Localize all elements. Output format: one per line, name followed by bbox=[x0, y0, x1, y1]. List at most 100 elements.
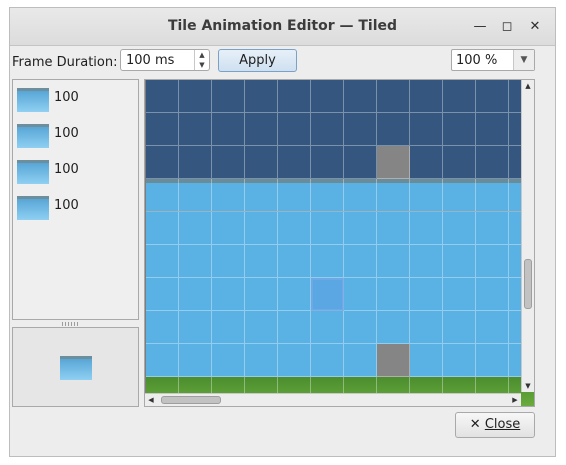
tileset-tile[interactable] bbox=[377, 344, 410, 377]
tileset-tile[interactable] bbox=[146, 179, 179, 212]
frame-duration-value[interactable]: 100 ms bbox=[126, 53, 174, 68]
tileset-tile[interactable] bbox=[278, 146, 311, 179]
tileset-tile[interactable] bbox=[410, 146, 443, 179]
tileset-tile[interactable] bbox=[443, 179, 476, 212]
tileset-tile[interactable] bbox=[344, 146, 377, 179]
list-item[interactable]: 100 bbox=[13, 80, 138, 116]
tileset-tile[interactable] bbox=[311, 245, 344, 278]
tileset-tile[interactable] bbox=[179, 212, 212, 245]
tileset-tile[interactable] bbox=[311, 179, 344, 212]
tileset-tile[interactable] bbox=[410, 80, 443, 113]
zoom-value[interactable]: 100 % bbox=[456, 53, 497, 68]
tileset-tile[interactable] bbox=[311, 344, 344, 377]
scroll-up-icon[interactable]: ▲ bbox=[522, 80, 534, 92]
splitter-handle[interactable] bbox=[62, 322, 80, 326]
tileset-tile[interactable] bbox=[377, 311, 410, 344]
tileset-tile[interactable] bbox=[344, 179, 377, 212]
tileset-tile[interactable] bbox=[179, 80, 212, 113]
tileset-tile[interactable] bbox=[245, 80, 278, 113]
frame-duration-spinbox[interactable]: 100 ms ▲ ▼ bbox=[120, 49, 210, 71]
tileset-tile[interactable] bbox=[443, 212, 476, 245]
tileset-tile[interactable] bbox=[443, 344, 476, 377]
vertical-scroll-thumb[interactable] bbox=[524, 259, 532, 309]
tileset-tile[interactable] bbox=[212, 344, 245, 377]
tileset-tile[interactable] bbox=[179, 146, 212, 179]
tileset-tile[interactable] bbox=[410, 113, 443, 146]
tileset-tile[interactable] bbox=[278, 278, 311, 311]
tileset-tile[interactable] bbox=[212, 278, 245, 311]
tileset-tile[interactable] bbox=[311, 113, 344, 146]
tileset-tile[interactable] bbox=[146, 278, 179, 311]
tileset-tile[interactable] bbox=[212, 311, 245, 344]
tileset-tile[interactable] bbox=[410, 311, 443, 344]
close-button[interactable]: ✕ Close bbox=[455, 412, 535, 438]
tileset-tile[interactable] bbox=[476, 146, 509, 179]
spin-arrows-icon[interactable]: ▲ ▼ bbox=[194, 50, 209, 70]
tileset-tile[interactable] bbox=[443, 311, 476, 344]
list-item[interactable]: 100 bbox=[13, 188, 138, 224]
tileset-tile[interactable] bbox=[245, 212, 278, 245]
tileset-tile[interactable] bbox=[278, 212, 311, 245]
tileset-tile[interactable] bbox=[245, 245, 278, 278]
list-item[interactable]: 100 bbox=[13, 152, 138, 188]
tileset-tile[interactable] bbox=[179, 344, 212, 377]
tileset-tile[interactable] bbox=[377, 80, 410, 113]
tileset-tile[interactable] bbox=[344, 278, 377, 311]
tileset-tile[interactable] bbox=[146, 245, 179, 278]
tileset-tile[interactable] bbox=[410, 245, 443, 278]
tileset-tile[interactable] bbox=[245, 311, 278, 344]
tileset-tile[interactable] bbox=[311, 146, 344, 179]
tileset-tile[interactable] bbox=[443, 80, 476, 113]
tileset-tile[interactable] bbox=[410, 179, 443, 212]
title-bar[interactable]: Tile Animation Editor — Tiled — ◻ ✕ bbox=[10, 8, 555, 46]
tileset-tile[interactable] bbox=[245, 344, 278, 377]
tileset-tile[interactable] bbox=[344, 212, 377, 245]
tileset-tile[interactable] bbox=[245, 179, 278, 212]
tileset-tile[interactable] bbox=[443, 278, 476, 311]
scroll-right-icon[interactable]: ▶ bbox=[509, 394, 521, 406]
frame-list[interactable]: 100 100 100 100 bbox=[12, 79, 139, 320]
tileset-tile[interactable] bbox=[344, 245, 377, 278]
chevron-down-icon[interactable]: ▼ bbox=[513, 50, 534, 70]
tileset-tile[interactable] bbox=[377, 245, 410, 278]
tileset-tile[interactable] bbox=[146, 80, 179, 113]
tileset-tile[interactable] bbox=[212, 113, 245, 146]
tileset-tile[interactable] bbox=[179, 278, 212, 311]
tileset-tile[interactable] bbox=[278, 80, 311, 113]
tileset-tile[interactable] bbox=[146, 212, 179, 245]
tileset-tile[interactable] bbox=[278, 113, 311, 146]
tileset-tile[interactable] bbox=[179, 179, 212, 212]
tileset-tile[interactable] bbox=[212, 146, 245, 179]
tileset-tile[interactable] bbox=[179, 311, 212, 344]
horizontal-scrollbar[interactable]: ◀ ▶ bbox=[145, 393, 521, 406]
tileset-tile[interactable] bbox=[377, 179, 410, 212]
tileset-tile[interactable] bbox=[278, 245, 311, 278]
tileset-tile[interactable] bbox=[212, 80, 245, 113]
tileset-tile[interactable] bbox=[311, 311, 344, 344]
tileset-tile[interactable] bbox=[443, 245, 476, 278]
tileset-tile[interactable] bbox=[278, 179, 311, 212]
tileset-tile[interactable] bbox=[311, 278, 344, 311]
tileset-tile[interactable] bbox=[476, 179, 509, 212]
tileset-tile[interactable] bbox=[146, 344, 179, 377]
scroll-left-icon[interactable]: ◀ bbox=[145, 394, 157, 406]
tileset-tile[interactable] bbox=[476, 278, 509, 311]
tileset-tile[interactable] bbox=[377, 278, 410, 311]
minimize-icon[interactable]: — bbox=[471, 18, 489, 36]
tileset-tile[interactable] bbox=[476, 245, 509, 278]
tileset-tile[interactable] bbox=[443, 146, 476, 179]
tileset-tile[interactable] bbox=[344, 113, 377, 146]
tileset-tile[interactable] bbox=[179, 245, 212, 278]
tileset-tile[interactable] bbox=[344, 80, 377, 113]
close-window-icon[interactable]: ✕ bbox=[526, 18, 544, 36]
tileset-tile[interactable] bbox=[245, 146, 278, 179]
tileset-tile[interactable] bbox=[377, 146, 410, 179]
tileset-tile[interactable] bbox=[146, 311, 179, 344]
maximize-icon[interactable]: ◻ bbox=[498, 18, 516, 36]
tileset-tile[interactable] bbox=[410, 344, 443, 377]
tileset-tile[interactable] bbox=[476, 212, 509, 245]
tileset-tile[interactable] bbox=[245, 278, 278, 311]
tileset-tile[interactable] bbox=[278, 344, 311, 377]
zoom-combobox[interactable]: 100 % ▼ bbox=[451, 49, 535, 71]
tileset-tile[interactable] bbox=[410, 278, 443, 311]
